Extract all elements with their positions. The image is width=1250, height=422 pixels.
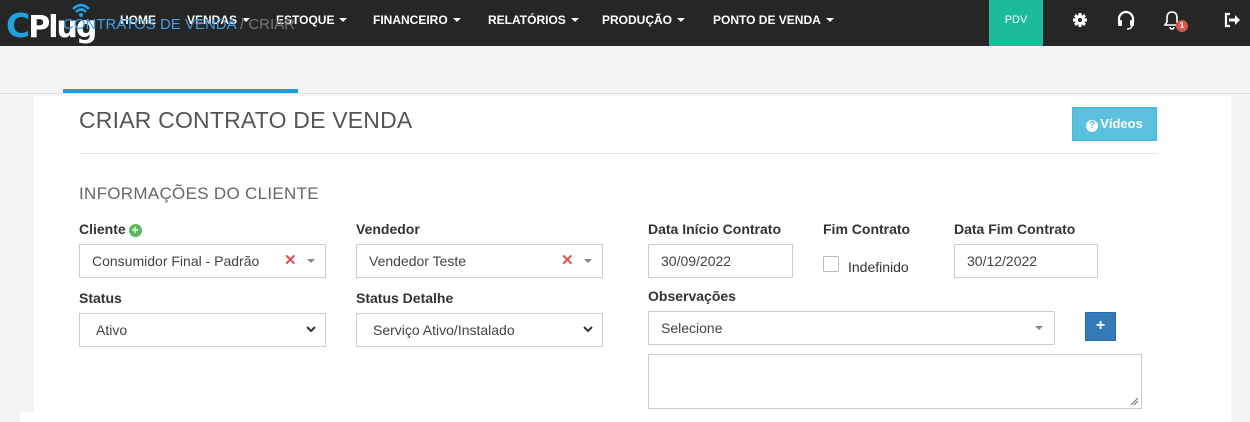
caret-down-icon [677, 18, 686, 22]
data-fim-input[interactable]: 30/12/2022 [954, 244, 1098, 278]
page-title: CRIAR CONTRATO DE VENDA [79, 107, 413, 133]
active-tab-indicator [63, 89, 298, 93]
status-detalhe-select[interactable]: Serviço Ativo/Instalado [356, 313, 603, 347]
status-select[interactable]: Ativo [79, 313, 326, 347]
breadcrumb-current: CRIAR [248, 16, 295, 33]
cliente-label: Cliente + [79, 221, 142, 237]
nav-producao[interactable]: PRODUÇÃO [602, 0, 686, 46]
observacoes-textarea[interactable] [648, 354, 1142, 409]
resize-grip-icon[interactable] [1130, 397, 1139, 406]
nav-ponto-de-venda[interactable]: PONTO DE VENDA [713, 0, 834, 46]
panel-bottom [20, 412, 1231, 422]
caret-down-icon [570, 18, 579, 22]
add-observacao-button[interactable]: + [1085, 312, 1116, 341]
nav-relatorios[interactable]: RELATÓRIOS [488, 0, 579, 46]
gear-icon[interactable] [1070, 10, 1090, 30]
data-fim-label: Data Fim Contrato [954, 221, 1076, 237]
notification-badge: 1 [1176, 20, 1188, 32]
divider [79, 153, 1158, 154]
data-inicio-label: Data Início Contrato [648, 221, 782, 237]
vendedor-select[interactable]: Vendedor Teste ✕ [356, 244, 603, 278]
pdv-button[interactable]: PDV [989, 0, 1043, 46]
indefinido-checkbox[interactable] [823, 256, 839, 272]
breadcrumb: CONTRATOS DE VENDA / CRIAR [63, 16, 295, 33]
caret-down-icon [825, 18, 834, 22]
status-detalhe-label: Status Detalhe [356, 290, 454, 306]
caret-down-icon [452, 18, 461, 22]
observacoes-select[interactable]: Selecione [648, 311, 1055, 345]
status-label: Status [79, 290, 122, 306]
chevron-down-icon [583, 326, 593, 333]
caret-down-icon [584, 259, 592, 263]
data-inicio-input[interactable]: 30/09/2022 [648, 244, 793, 278]
add-cliente-icon[interactable]: + [128, 224, 142, 237]
observacoes-label: Observações [648, 288, 736, 304]
indefinido-label: Indefinido [848, 259, 909, 275]
section-title: INFORMAÇÕES DO CLIENTE [79, 184, 319, 203]
logout-icon[interactable] [1222, 10, 1242, 30]
cliente-select[interactable]: Consumidor Final - Padrão ✕ [79, 244, 326, 278]
clear-icon[interactable]: ✕ [561, 251, 574, 269]
vendedor-label: Vendedor [356, 221, 420, 237]
caret-down-icon [1035, 326, 1043, 330]
breadcrumb-bar [0, 46, 1250, 94]
fim-contrato-label: Fim Contrato [823, 221, 911, 237]
videos-button[interactable]: ? Vídeos [1072, 107, 1157, 141]
nav-financeiro[interactable]: FINANCEIRO [373, 0, 461, 46]
chevron-down-icon [306, 326, 316, 333]
headset-icon[interactable] [1116, 10, 1136, 30]
caret-down-icon [307, 259, 315, 263]
caret-down-icon [339, 18, 348, 22]
question-circle-icon: ? [1086, 120, 1099, 132]
clear-icon[interactable]: ✕ [284, 251, 297, 269]
breadcrumb-link-contratos[interactable]: CONTRATOS DE VENDA [63, 16, 236, 33]
